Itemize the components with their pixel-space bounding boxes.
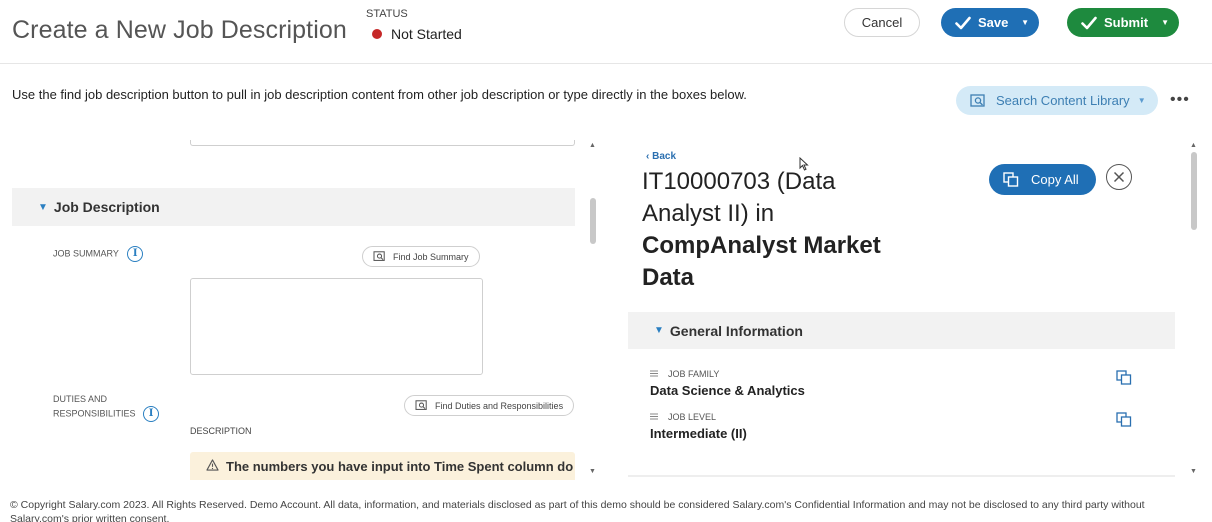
warning-text: The numbers you have input into Time Spe… [226,459,574,474]
job-level-field: JOB LEVEL Intermediate (II) [650,412,747,441]
scrollbar-thumb[interactable] [1191,152,1197,230]
right-scrollbar[interactable]: ▲ ▼ [1189,140,1199,478]
section-title: General Information [669,322,803,339]
scroll-down-icon[interactable]: ▼ [589,468,596,475]
copy-all-label: Copy All [1031,172,1079,187]
caret-down-icon: ▼ [654,325,664,336]
chevron-down-icon[interactable]: ▼ [1021,18,1029,27]
page-title: Create a New Job Description [12,16,347,44]
status-text: Not Started [391,26,462,42]
copy-all-button[interactable]: Copy All [989,164,1096,195]
search-library-label: Search Content Library [996,93,1130,108]
header-divider [0,63,1212,64]
field-label: JOB LEVEL [668,412,717,422]
copy-icon [1003,172,1019,187]
chevron-down-icon[interactable]: ▼ [1161,18,1169,27]
job-description-form-panel: ▼ Job Description JOB SUMMARY i Find Job… [12,140,598,480]
caret-down-icon: ▼ [38,201,48,213]
description-label: DESCRIPTION [190,426,252,436]
instructions-text: Use the find job description button to p… [12,87,747,102]
search-content-library-button[interactable]: Search Content Library ▼ [956,86,1158,115]
drag-handle-icon[interactable] [650,369,658,379]
field-value: Intermediate (II) [650,426,747,441]
status-label: STATUS [366,8,408,20]
mouse-cursor-icon [799,156,809,176]
info-icon[interactable]: i [127,246,144,262]
warning-banner: The numbers you have input into Time Spe… [190,452,575,480]
job-family-field: JOB FAMILY Data Science & Analytics [650,369,805,398]
previous-field-box[interactable] [190,140,575,146]
scrollbar-thumb[interactable] [590,198,596,244]
scroll-up-icon[interactable]: ▲ [1190,142,1197,149]
status-badge: Not Started [372,26,462,42]
copy-icon[interactable] [1116,412,1132,427]
status-dot-icon [372,29,382,39]
warning-icon [206,459,219,480]
submit-label: Submit [1104,15,1149,30]
chevron-down-icon: ▼ [1137,96,1146,105]
cancel-button[interactable]: Cancel [844,8,920,37]
info-icon[interactable]: i [143,406,160,422]
job-summary-label: JOB SUMMARY i [53,246,144,262]
scroll-down-icon[interactable]: ▼ [1190,468,1197,475]
field-label: JOB FAMILY [668,369,720,379]
search-document-icon [373,251,385,261]
copyright-footer: © Copyright Salary.com 2023. All Rights … [10,499,1145,522]
find-duties-label: Find Duties and Responsibilities [435,400,564,411]
find-duties-button[interactable]: Find Duties and Responsibilities [404,395,575,416]
more-options-icon[interactable]: ••• [1170,91,1190,109]
job-summary-textarea[interactable] [190,278,483,375]
drag-handle-icon[interactable] [650,412,658,422]
copy-icon[interactable] [1116,370,1132,385]
result-title: IT10000703 (Data Analyst II) in CompAnal… [642,168,881,291]
save-button[interactable]: Save ▼ [941,8,1039,37]
find-job-summary-label: Find Job Summary [393,251,469,262]
left-scrollbar[interactable]: ▲ ▼ [588,140,598,478]
field-value: Data Science & Analytics [650,383,805,398]
job-description-section-header[interactable]: ▼ Job Description [12,188,575,226]
submit-button[interactable]: Submit ▼ [1067,8,1179,37]
search-document-icon [415,400,427,410]
duties-label: DUTIES AND RESPONSIBILITIES i [53,392,160,422]
find-job-summary-button[interactable]: Find Job Summary [362,246,480,267]
check-icon [955,16,971,30]
general-information-section-header[interactable]: ▼ General Information [628,312,1175,349]
scroll-up-icon[interactable]: ▲ [589,142,596,149]
check-icon [1081,16,1097,30]
section-divider [628,475,1175,477]
search-document-icon [970,93,986,108]
content-library-panel: ‹ Back IT10000703 (Data Analyst II) in C… [604,140,1194,480]
back-link[interactable]: ‹ Back [646,151,676,162]
section-title: Job Description [53,199,160,215]
close-icon[interactable] [1106,164,1132,190]
save-label: Save [978,15,1009,30]
